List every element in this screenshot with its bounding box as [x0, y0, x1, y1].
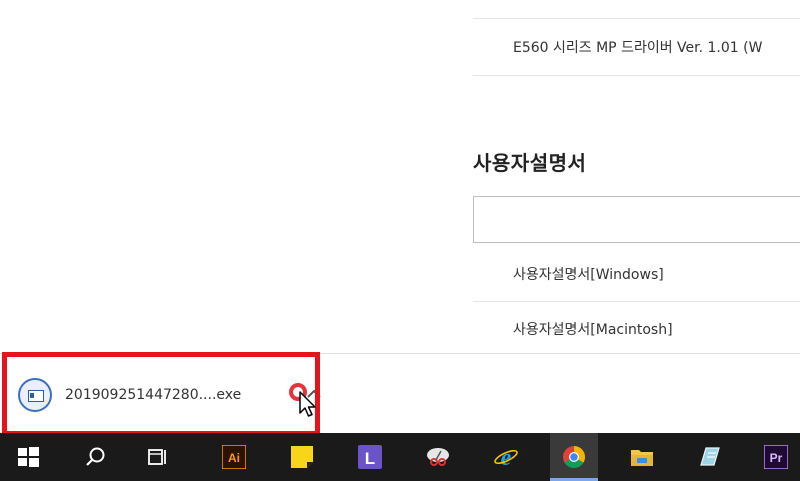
premiere-icon: Pr — [764, 445, 788, 469]
file-explorer-button[interactable] — [618, 433, 666, 481]
sticky-notes-icon — [291, 446, 313, 468]
premiere-button[interactable]: Pr — [752, 433, 800, 481]
manual-row-windows[interactable]: 사용자설명서[Windows] — [473, 246, 800, 302]
illustrator-label: Ai — [228, 451, 240, 465]
illustrator-icon: Ai — [222, 445, 246, 469]
manual-search-input[interactable] — [473, 196, 800, 243]
highlight-box — [2, 352, 320, 436]
l-app-label: L — [365, 449, 375, 468]
task-view-button[interactable] — [134, 433, 182, 481]
mouse-cursor-icon — [299, 391, 316, 417]
start-button[interactable] — [4, 433, 52, 481]
manual-windows-link[interactable]: 사용자설명서[Windows] — [513, 264, 664, 284]
snipping-tool-icon — [427, 448, 449, 466]
internet-explorer-button[interactable]: e — [482, 433, 530, 481]
folder-icon — [631, 450, 653, 466]
task-view-icon — [148, 449, 166, 465]
premiere-label: Pr — [770, 451, 783, 465]
taskbar: Ai L e Pr — [0, 433, 800, 481]
notes-app-icon — [700, 447, 720, 466]
manual-section-title: 사용자설명서 — [473, 151, 587, 175]
notes-app-button[interactable] — [686, 433, 734, 481]
chrome-button[interactable] — [550, 433, 598, 481]
driver-row[interactable]: E560 시리즈 MP 드라이버 Ver. 1.01 (W — [473, 18, 800, 76]
driver-link[interactable]: E560 시리즈 MP 드라이버 Ver. 1.01 (W — [513, 37, 762, 57]
l-app-button[interactable]: L — [346, 433, 394, 481]
manual-macintosh-link[interactable]: 사용자설명서[Macintosh] — [513, 319, 673, 339]
internet-explorer-icon: e — [494, 445, 518, 469]
internet-explorer-label: e — [501, 445, 512, 469]
web-page: E560 시리즈 MP 드라이버 Ver. 1.01 (W 사용자설명서 사용자… — [0, 0, 800, 353]
search-button[interactable] — [72, 433, 120, 481]
chrome-icon — [563, 446, 585, 468]
l-app-icon: L — [358, 445, 382, 469]
sticky-notes-button[interactable] — [278, 433, 326, 481]
manual-row-macintosh[interactable]: 사용자설명서[Macintosh] — [473, 301, 800, 353]
search-icon — [86, 447, 105, 466]
windows-logo-icon — [18, 447, 39, 467]
snipping-tool-button[interactable] — [414, 433, 462, 481]
illustrator-button[interactable]: Ai — [210, 433, 258, 481]
